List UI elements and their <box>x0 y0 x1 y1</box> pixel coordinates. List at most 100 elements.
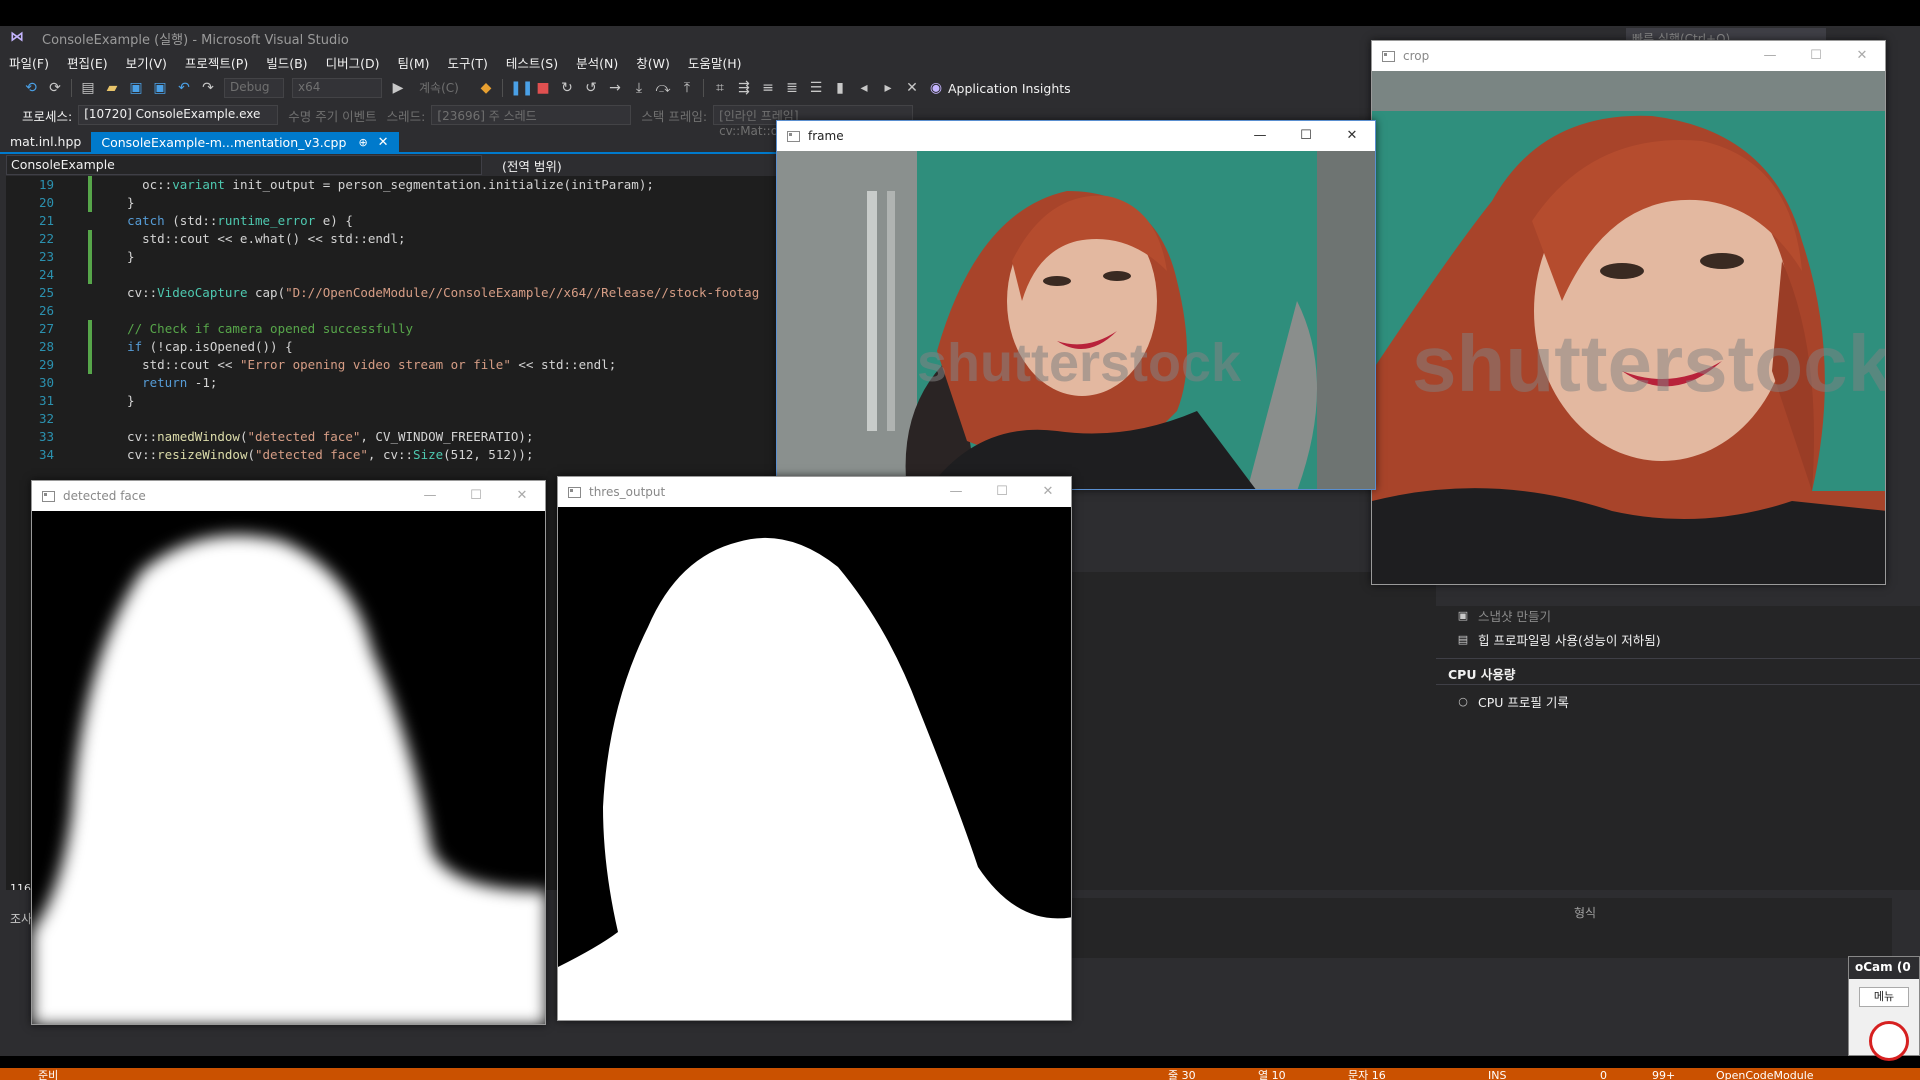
menu-edit[interactable]: 편집(E) <box>58 53 117 72</box>
diagnostic-tools-panel: ▣ 스냅샷 만들기 ▤ 힙 프로파일링 사용(성능이 저하됨) CPU 사용량 ○ C… <box>1436 606 1920 902</box>
snapshot-button[interactable]: ▣ 스냅샷 만들기 <box>1456 606 1551 625</box>
minimize-icon[interactable]: — <box>1747 41 1793 71</box>
next-bookmark-icon[interactable]: ▸ <box>879 79 897 97</box>
line-number: 31 <box>38 393 54 408</box>
close-icon[interactable]: ✕ <box>1839 41 1885 71</box>
clear-bookmarks-icon[interactable]: ✕ <box>903 79 921 97</box>
frame-window[interactable]: frame — ☐ ✕ shutterstock <box>776 120 1376 490</box>
thres-output-title-bar[interactable]: thres_output — ☐ ✕ <box>558 477 1071 507</box>
close-icon[interactable]: ✕ <box>499 481 545 511</box>
platform-select[interactable]: x64 <box>292 78 382 98</box>
detected-face-title-bar[interactable]: detected face — ☐ ✕ <box>32 481 545 511</box>
menu-team[interactable]: 팀(M) <box>388 53 438 72</box>
menu-test[interactable]: 테스트(S) <box>497 53 567 72</box>
play-icon[interactable]: ▶ <box>389 79 407 97</box>
line-number: 26 <box>38 303 54 318</box>
minimize-icon[interactable]: — <box>933 477 979 507</box>
open-folder-icon[interactable]: ▰ <box>103 79 121 97</box>
continue-button[interactable]: 계속(C) <box>414 78 470 98</box>
pause-icon[interactable]: ❚❚ <box>510 79 533 97</box>
record-icon[interactable] <box>1869 1021 1909 1061</box>
maximize-icon[interactable]: ☐ <box>1793 41 1839 71</box>
status-errors[interactable]: 0 <box>1600 1069 1607 1080</box>
search-label: 조사 <box>10 912 33 926</box>
hex-display-icon[interactable]: ⌗ <box>711 79 729 97</box>
menu-project[interactable]: 프로젝트(P) <box>176 53 257 72</box>
thres-output-window[interactable]: thres_output — ☐ ✕ <box>557 476 1072 1021</box>
close-icon[interactable]: ✕ <box>1025 477 1071 507</box>
threshold-mask <box>558 507 1071 1020</box>
maximize-icon[interactable]: ☐ <box>979 477 1025 507</box>
ocam-menu-button[interactable]: 메뉴 <box>1859 987 1909 1007</box>
menu-analyze[interactable]: 분석(N) <box>567 53 627 72</box>
cpu-record-label: CPU 프로필 기록 <box>1478 695 1569 710</box>
cpu-profile-record-button[interactable]: ○ CPU 프로필 기록 <box>1456 692 1569 711</box>
close-icon[interactable]: ✕ <box>378 135 389 150</box>
minimize-icon[interactable]: — <box>407 481 453 511</box>
pin-icon[interactable]: ⊕ <box>358 136 367 149</box>
frame-window-title: frame <box>808 129 844 143</box>
maximize-icon[interactable]: ☐ <box>453 481 499 511</box>
global-scope-select[interactable]: (전역 범위) <box>502 156 562 175</box>
step-into-icon[interactable]: ⤓ <box>630 79 648 97</box>
stop-icon[interactable]: ■ <box>534 79 552 97</box>
save-all-icon[interactable]: ▣ <box>151 79 169 97</box>
redo-icon[interactable]: ↷ <box>199 79 217 97</box>
menu-tools[interactable]: 도구(T) <box>439 53 497 72</box>
minimize-icon[interactable]: — <box>1237 121 1283 151</box>
project-scope-select[interactable]: ConsoleExample <box>6 155 482 175</box>
step-out-icon[interactable]: ⤒ <box>678 79 696 97</box>
toolbar-separator <box>71 79 72 97</box>
bookmark-icon[interactable]: ▮ <box>831 79 849 97</box>
menu-window[interactable]: 창(W) <box>627 53 679 72</box>
menu-debug[interactable]: 디버그(D) <box>317 53 389 72</box>
forward-icon[interactable]: ⟳ <box>46 79 64 97</box>
camera-icon: ▣ <box>1457 608 1469 622</box>
watermark: shutterstock <box>1412 319 1885 408</box>
status-repo[interactable]: OpenCodeModule <box>1716 1069 1814 1080</box>
crop-image: shutterstock <box>1372 71 1885 584</box>
maximize-icon[interactable]: ☐ <box>1283 121 1329 151</box>
process-select[interactable]: [10720] ConsoleExample.exe <box>78 105 279 125</box>
threads-icon[interactable]: ⇶ <box>735 79 753 97</box>
close-icon[interactable]: ✕ <box>1329 121 1375 151</box>
frame-title-bar[interactable]: frame — ☐ ✕ <box>777 121 1375 151</box>
undo-icon[interactable]: ↶ <box>175 79 193 97</box>
menu-view[interactable]: 보기(V) <box>117 53 176 72</box>
prev-bookmark-icon[interactable]: ◂ <box>855 79 873 97</box>
detected-face-window[interactable]: detected face — ☐ ✕ <box>31 480 546 1025</box>
tab-mat-inl-hpp[interactable]: mat.inl.hpp <box>0 132 91 152</box>
line-number: 24 <box>38 267 54 282</box>
thread-select[interactable]: [23696] 주 스레드 <box>431 105 632 125</box>
comment-icon[interactable]: ☰ <box>807 79 825 97</box>
debug-target-icon[interactable]: ◆ <box>477 79 495 97</box>
status-edits[interactable]: 99+ <box>1652 1069 1675 1080</box>
crop-window[interactable]: crop — ☐ ✕ shutterstock <box>1371 40 1886 585</box>
menu-help[interactable]: 도움말(H) <box>679 53 751 72</box>
back-icon[interactable]: ⟲ <box>22 79 40 97</box>
lifecycle-events[interactable]: 수명 주기 이벤트 <box>288 106 376 125</box>
crop-title-bar[interactable]: crop — ☐ ✕ <box>1372 41 1885 71</box>
heap-profiling-button[interactable]: ▤ 힙 프로파일링 사용(성능이 저하됨) <box>1456 630 1661 649</box>
window-title: ConsoleExample (실행) - Microsoft Visual S… <box>42 32 349 48</box>
soft-mask-image <box>32 535 545 1024</box>
window-icon <box>1382 50 1395 62</box>
menu-build[interactable]: 빌드(B) <box>257 53 316 72</box>
indent-icon[interactable]: ≡ <box>759 79 777 97</box>
new-item-icon[interactable]: ▤ <box>79 79 97 97</box>
app-insights-icon[interactable]: ◉ <box>927 79 945 97</box>
process-label: 프로세스: <box>22 108 73 124</box>
tab-active-cpp[interactable]: ConsoleExample-m...mentation_v3.cpp ⊕ ✕ <box>91 132 399 152</box>
application-insights-button[interactable]: Application Insights <box>948 81 1071 96</box>
hot-reload-icon[interactable]: ↺ <box>582 79 600 97</box>
step-over-icon[interactable]: ⤼ <box>654 79 672 97</box>
status-char: 문자 16 <box>1348 1069 1386 1080</box>
outdent-icon[interactable]: ≣ <box>783 79 801 97</box>
restart-icon[interactable]: ↻ <box>558 79 576 97</box>
show-next-statement-icon[interactable]: → <box>606 79 624 97</box>
locals-panel <box>1072 898 1892 958</box>
configuration-select[interactable]: Debug <box>224 78 284 98</box>
menu-file[interactable]: 파일(F) <box>0 53 58 72</box>
ocam-window[interactable]: oCam (0 메뉴 <box>1848 956 1920 1061</box>
save-icon[interactable]: ▣ <box>127 79 145 97</box>
